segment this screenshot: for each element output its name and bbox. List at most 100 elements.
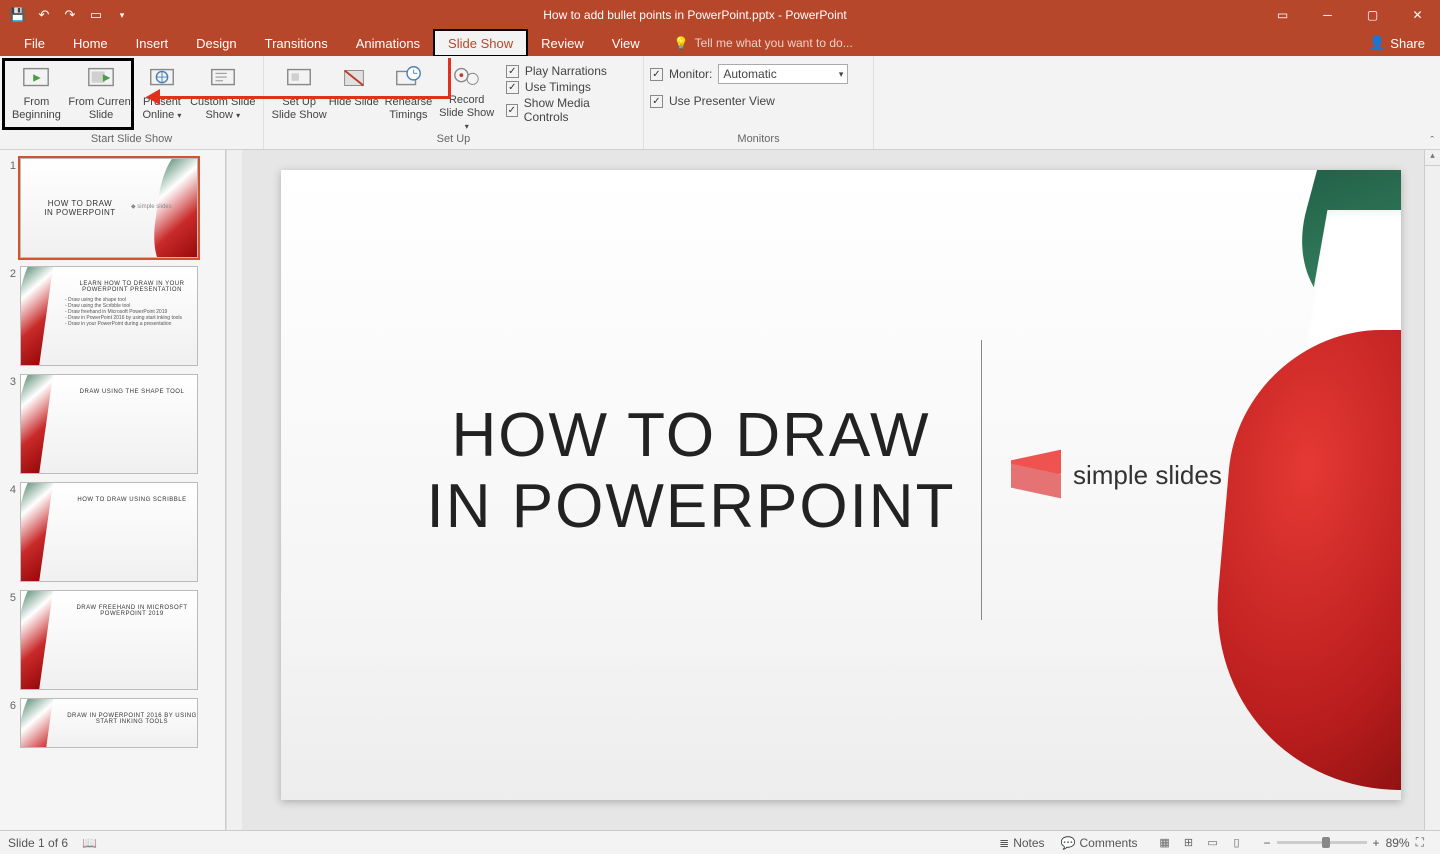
ribbon-display-options-icon[interactable]: ▭	[1260, 8, 1305, 22]
start-from-beginning-icon[interactable]: ▭	[88, 7, 104, 23]
custom-slide-show-label: Custom Slide Show ▾	[189, 96, 257, 122]
annotation-arrow	[150, 96, 450, 99]
slide-sorter-button[interactable]: ⊞	[1178, 834, 1200, 852]
notes-label: Notes	[1013, 836, 1044, 850]
tell-me-search[interactable]: 💡 Tell me what you want to do...	[654, 30, 853, 56]
use-presenter-view-checkbox[interactable]: ✓Use Presenter View	[650, 94, 775, 108]
thumbnails-scrollbar[interactable]	[226, 150, 242, 830]
tab-insert[interactable]: Insert	[122, 30, 183, 56]
minimize-button[interactable]: ─	[1305, 0, 1350, 30]
zoom-level[interactable]: 89%	[1386, 836, 1410, 850]
thumb-number: 6	[4, 698, 20, 748]
slide-logo[interactable]: simple slides	[1011, 455, 1222, 495]
zoom-controls: − + 89% ⛶	[1256, 835, 1432, 850]
tab-home[interactable]: Home	[59, 30, 122, 56]
main-area: 1 HOW TO DRAWIN POWERPOINT ◆ simple slid…	[0, 150, 1440, 830]
lightbulb-icon: 💡	[674, 36, 689, 50]
spell-check-icon[interactable]: 📖	[68, 836, 97, 850]
view-buttons: ▦ ⊞ ▭ ▯	[1146, 834, 1256, 852]
zoom-out-button[interactable]: −	[1264, 836, 1271, 850]
ribbon: From Beginning From Current Slide Presen…	[0, 56, 1440, 150]
thumb-number: 3	[4, 374, 20, 474]
from-current-slide-button[interactable]: From Current Slide	[67, 60, 135, 130]
tab-view[interactable]: View	[598, 30, 654, 56]
tab-file[interactable]: File	[10, 30, 59, 56]
ribbon-tabs: File Home Insert Design Transitions Anim…	[0, 30, 1440, 56]
set-up-group-label: Set Up	[264, 131, 643, 149]
record-icon	[451, 62, 483, 92]
thumb-number: 2	[4, 266, 20, 366]
slide-title-text[interactable]: HOW TO DRAWIN POWERPOINT	[411, 400, 971, 543]
slide-thumbnail-2[interactable]: LEARN HOW TO DRAW IN YOUR POWERPOINT PRE…	[20, 266, 198, 366]
slide-show-view-button[interactable]: ▯	[1226, 834, 1248, 852]
tell-me-placeholder: Tell me what you want to do...	[695, 36, 853, 50]
thumb-number: 1	[4, 158, 20, 258]
slide-divider	[981, 340, 982, 620]
hide-slide-icon	[338, 62, 370, 94]
record-slide-show-button[interactable]: Record Slide Show ▾	[438, 60, 496, 130]
annotation-arrow-vertical	[448, 58, 451, 98]
save-icon[interactable]: 💾	[10, 7, 26, 23]
slide-counter: Slide 1 of 6	[8, 836, 68, 850]
comments-button[interactable]: 💬 Comments	[1053, 831, 1146, 854]
from-beginning-button[interactable]: From Beginning	[6, 60, 67, 130]
rehearse-timings-button[interactable]: Rehearse Timings	[379, 60, 437, 130]
from-current-slide-icon	[85, 62, 117, 94]
from-beginning-label: From Beginning	[6, 96, 67, 122]
status-bar: Slide 1 of 6 📖 ≣ Notes 💬 Comments ▦ ⊞ ▭ …	[0, 830, 1440, 854]
slide-thumbnail-4[interactable]: HOW TO DRAW USING SCRIBBLE	[20, 482, 198, 582]
reading-view-button[interactable]: ▭	[1202, 834, 1224, 852]
slide-thumbnail-3[interactable]: DRAW USING THE SHAPE TOOL	[20, 374, 198, 474]
hide-slide-button[interactable]: Hide Slide	[328, 60, 379, 130]
normal-view-button[interactable]: ▦	[1154, 834, 1176, 852]
share-label: Share	[1390, 36, 1425, 51]
notes-button[interactable]: ≣ Notes	[991, 831, 1052, 854]
share-icon: 👤	[1369, 35, 1385, 51]
record-slide-show-label: Record Slide Show ▾	[438, 94, 496, 133]
use-timings-label: Use Timings	[525, 80, 591, 94]
set-up-icon	[283, 62, 315, 94]
show-media-controls-checkbox[interactable]: ✓Show Media Controls	[506, 96, 627, 124]
tab-design[interactable]: Design	[182, 30, 250, 56]
zoom-slider[interactable]	[1277, 841, 1367, 844]
monitor-dropdown[interactable]: Automatic ▾	[718, 64, 848, 84]
thumb-number: 4	[4, 482, 20, 582]
start-slide-show-group-label: Start Slide Show	[0, 131, 263, 149]
scroll-up-icon[interactable]: ▴	[1425, 150, 1440, 166]
custom-slide-show-icon	[207, 62, 239, 94]
set-up-slide-show-button[interactable]: Set Up Slide Show	[270, 60, 328, 130]
slide-thumbnail-6[interactable]: DRAW IN POWERPOINT 2016 BY USING START I…	[20, 698, 198, 748]
use-timings-checkbox[interactable]: ✓Use Timings	[506, 80, 627, 94]
monitor-checkbox[interactable]: ✓	[650, 68, 663, 81]
from-beginning-icon	[20, 62, 52, 94]
tab-transitions[interactable]: Transitions	[251, 30, 342, 56]
tab-animations[interactable]: Animations	[342, 30, 434, 56]
collapse-ribbon-icon[interactable]: ˆ	[1430, 135, 1434, 147]
quick-access-toolbar: 💾 ↶ ↷ ▭ ▾	[0, 7, 130, 23]
qat-more-icon[interactable]: ▾	[114, 7, 130, 23]
maximize-button[interactable]: ▢	[1350, 0, 1395, 30]
logo-text: simple slides	[1073, 460, 1222, 491]
editor-scrollbar[interactable]: ▴	[1424, 150, 1440, 830]
chevron-down-icon: ▾	[839, 69, 844, 80]
slide-canvas[interactable]: HOW TO DRAWIN POWERPOINT simple slides	[281, 170, 1401, 800]
redo-icon[interactable]: ↷	[62, 7, 78, 23]
show-media-label: Show Media Controls	[524, 96, 627, 124]
title-bar: 💾 ↶ ↷ ▭ ▾ How to add bullet points in Po…	[0, 0, 1440, 30]
slide-thumbnail-1[interactable]: HOW TO DRAWIN POWERPOINT ◆ simple slides	[20, 158, 198, 258]
comments-label: Comments	[1080, 836, 1138, 850]
share-button[interactable]: 👤 Share	[1354, 30, 1440, 56]
close-button[interactable]: ✕	[1395, 0, 1440, 30]
fit-to-window-button[interactable]: ⛶	[1416, 835, 1424, 850]
from-current-slide-label: From Current Slide	[67, 96, 135, 122]
play-narrations-label: Play Narrations	[525, 64, 607, 78]
play-narrations-checkbox[interactable]: ✓Play Narrations	[506, 64, 627, 78]
undo-icon[interactable]: ↶	[36, 7, 52, 23]
tab-slide-show[interactable]: Slide Show	[434, 30, 527, 56]
zoom-in-button[interactable]: +	[1373, 836, 1380, 850]
custom-slide-show-button[interactable]: Custom Slide Show ▾	[189, 60, 257, 130]
set-up-label: Set Up Slide Show	[270, 96, 328, 122]
rehearse-timings-icon	[392, 62, 424, 94]
tab-review[interactable]: Review	[527, 30, 598, 56]
slide-thumbnail-5[interactable]: DRAW FREEHAND IN MICROSOFT POWERPOINT 20…	[20, 590, 198, 690]
